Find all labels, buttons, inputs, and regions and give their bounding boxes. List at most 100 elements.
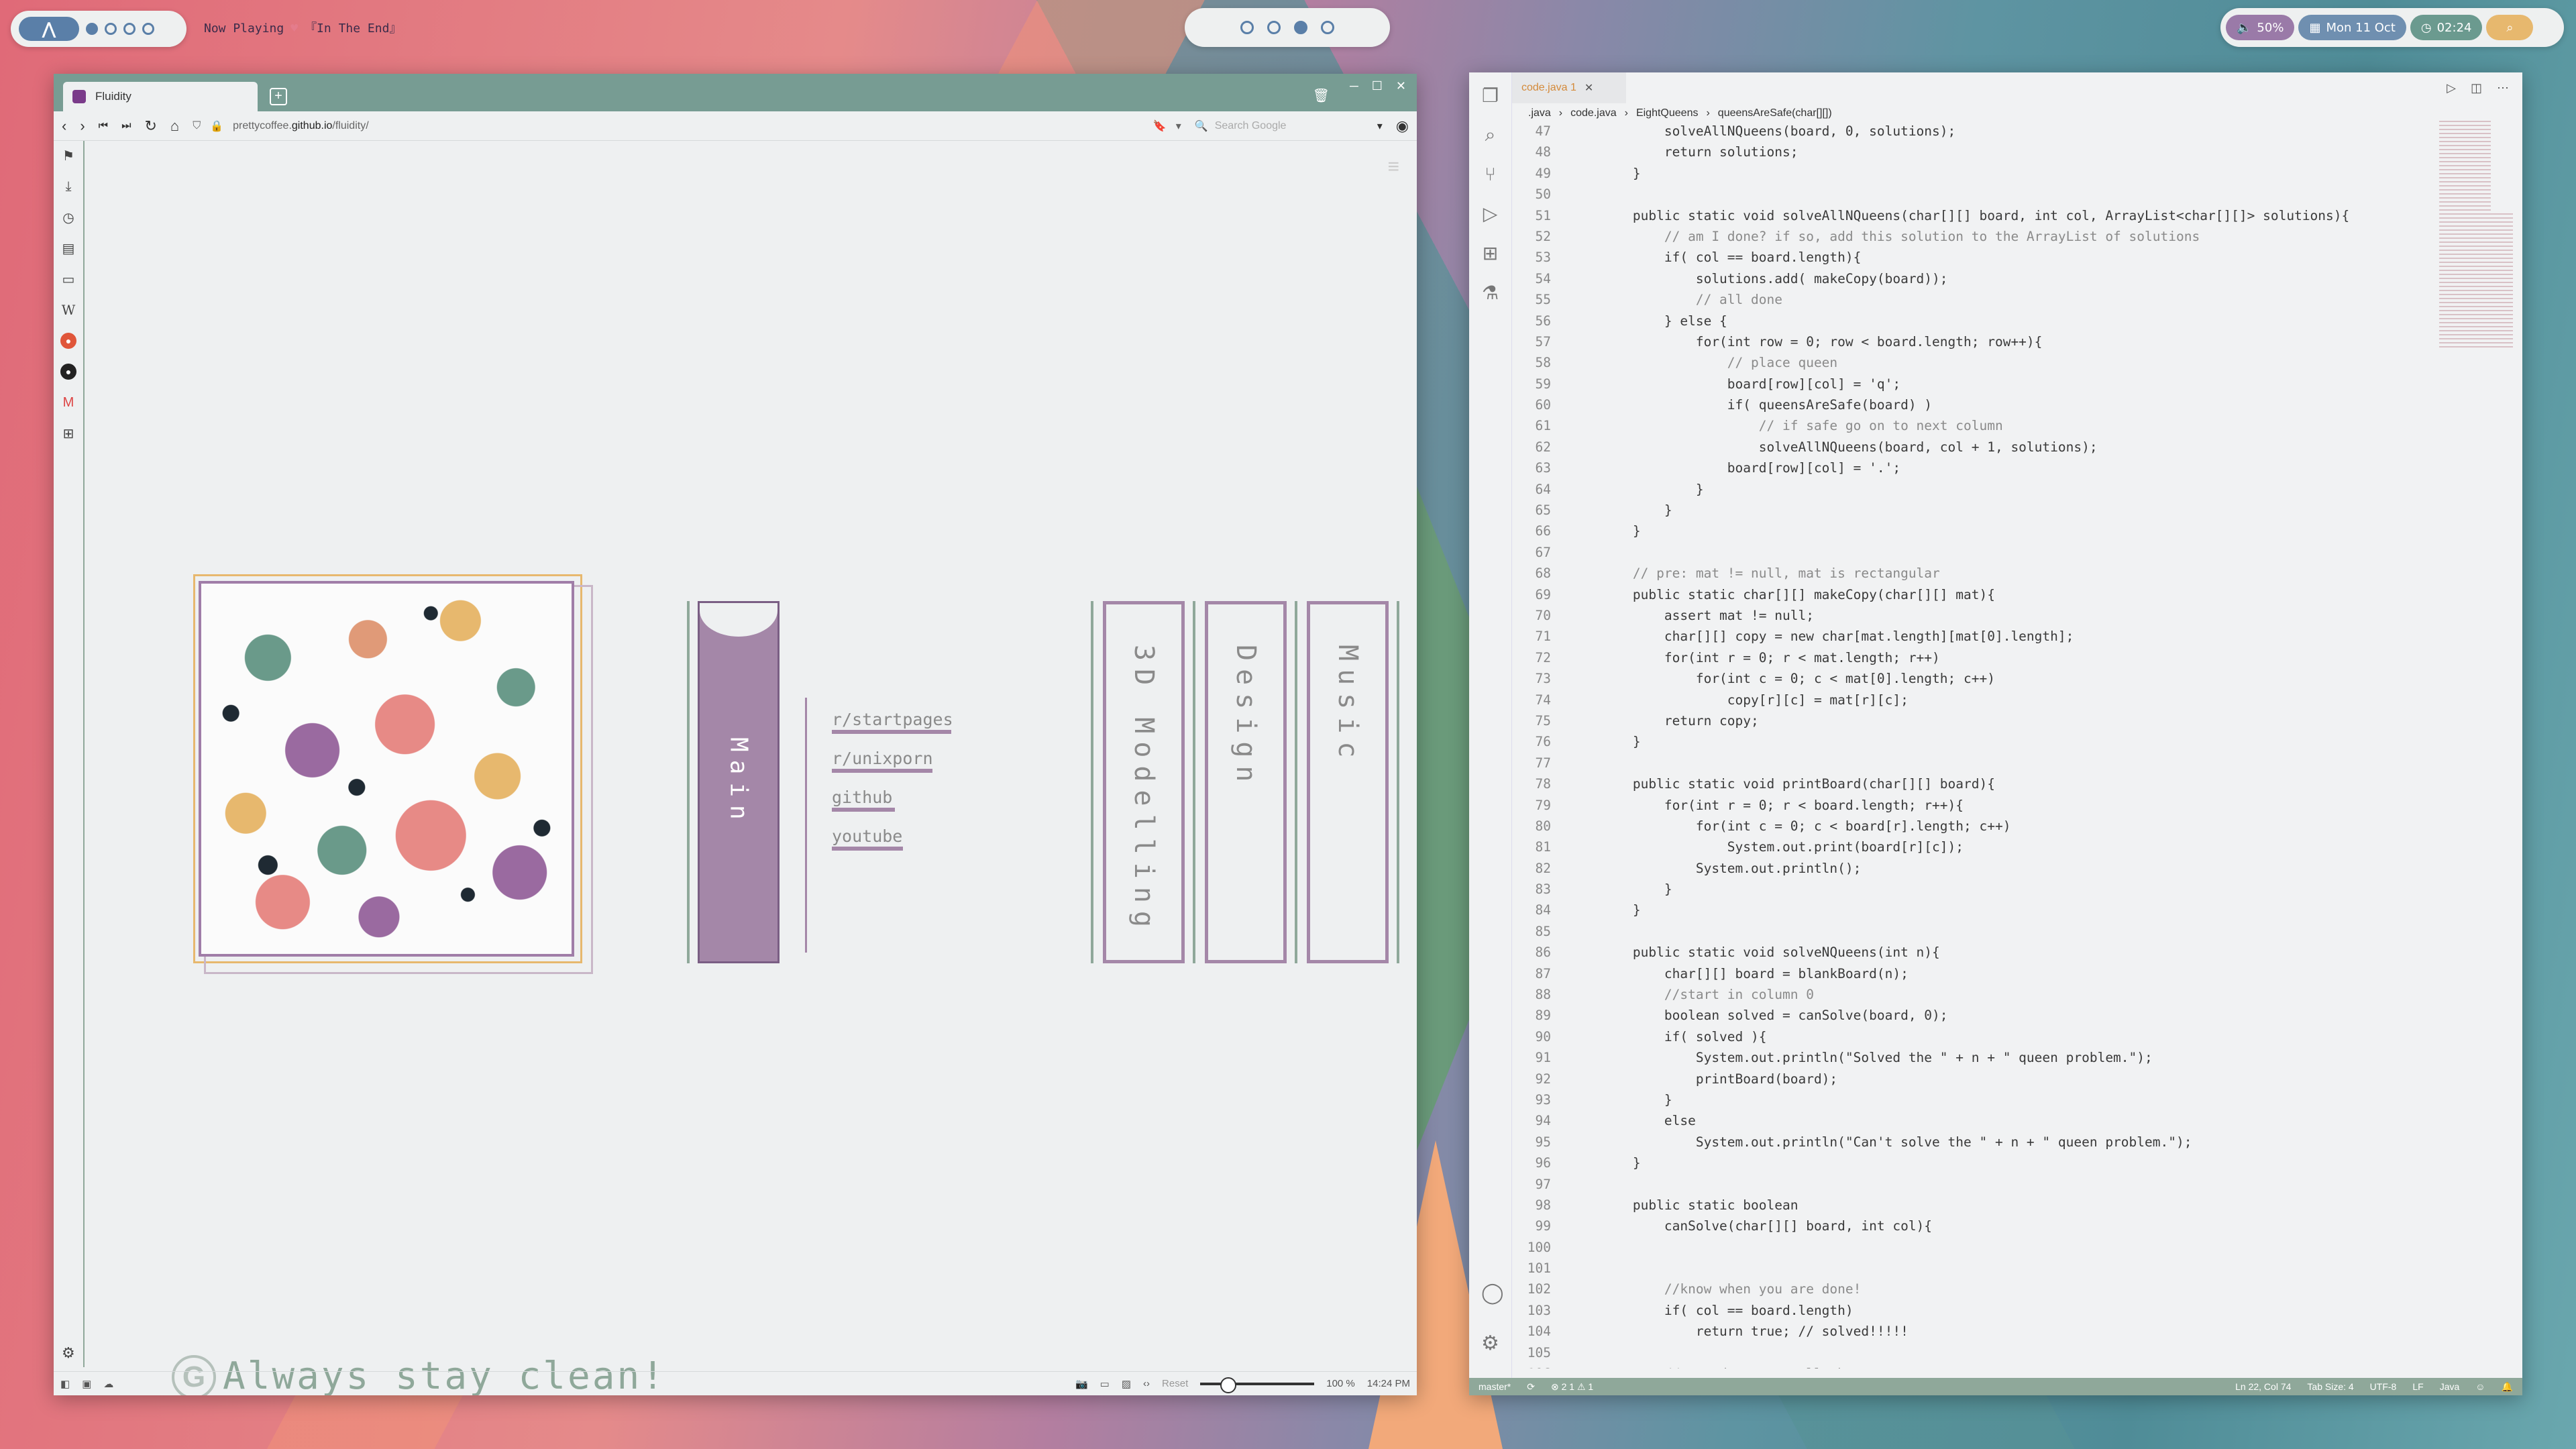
panel-toggle-icon[interactable]: ◧: [60, 1378, 70, 1390]
url-bar[interactable]: ⛉ 🔒 prettycoffee.github.io/fluidity/ 🔖 ▾: [193, 115, 1181, 137]
camera-icon[interactable]: 📷: [1075, 1378, 1088, 1390]
image-icon[interactable]: ▨: [1122, 1378, 1131, 1390]
code-icon[interactable]: ‹›: [1143, 1378, 1150, 1389]
reddit-icon[interactable]: ●: [60, 333, 76, 349]
workspace-indicator-3[interactable]: [123, 23, 136, 35]
rewind-icon[interactable]: ⏮: [99, 120, 108, 132]
clock-indicator[interactable]: ◷ 02:24: [2410, 15, 2483, 40]
bell-icon[interactable]: 🔔: [2502, 1381, 2513, 1393]
search-icon[interactable]: ⌕: [1485, 124, 1496, 146]
history-icon[interactable]: ◷: [60, 209, 76, 225]
split-editor-icon[interactable]: ◫: [2471, 81, 2482, 95]
code-line: 62 solveAllNQueens(board, col + 1, solut…: [1512, 437, 2438, 458]
editor-tab-code-java[interactable]: code.java 1 ✕: [1512, 72, 1626, 103]
download-icon[interactable]: ⤓: [60, 178, 76, 195]
breadcrumb-item[interactable]: EightQueens: [1636, 107, 1699, 119]
add-panel-icon[interactable]: ⊞: [60, 425, 76, 441]
language-mode[interactable]: Java: [2440, 1381, 2460, 1393]
explorer-icon[interactable]: ❐: [1482, 85, 1499, 107]
link-github[interactable]: github: [832, 789, 895, 812]
gmail-icon[interactable]: M: [60, 394, 76, 411]
now-playing[interactable]: Now Playing ♥ 『In The End』: [204, 19, 401, 36]
arch-icon[interactable]: ⋀: [19, 17, 79, 41]
workspace-indicator-4[interactable]: [142, 23, 154, 35]
breadcrumb-item[interactable]: .java: [1528, 107, 1551, 119]
minimize-icon[interactable]: ─: [1350, 79, 1358, 93]
column-divider: [1295, 601, 1297, 963]
source-control-icon[interactable]: ⑂: [1485, 164, 1496, 185]
run-icon[interactable]: ▷: [2447, 81, 2456, 95]
breadcrumb-item[interactable]: queensAreSafe(char[][]): [1718, 107, 1832, 119]
zoom-slider[interactable]: [1200, 1377, 1315, 1393]
window-icon[interactable]: ▭: [1100, 1378, 1110, 1390]
maximize-icon[interactable]: ☐: [1372, 79, 1383, 93]
bookmark-icon[interactable]: ⚑: [60, 148, 76, 164]
cursor-position[interactable]: Ln 22, Col 74: [2235, 1381, 2291, 1393]
tile-icon[interactable]: ▣: [82, 1378, 91, 1390]
wikipedia-icon[interactable]: W: [60, 302, 76, 318]
window-panel-icon[interactable]: ▭: [60, 271, 76, 287]
extensions-icon[interactable]: ⊞: [1483, 242, 1498, 264]
problems-count[interactable]: ⊗ 2 1 ⚠ 1: [1551, 1381, 1593, 1393]
encoding[interactable]: UTF-8: [2370, 1381, 2397, 1393]
chevron-down-icon[interactable]: ▾: [1377, 119, 1383, 133]
link-youtube[interactable]: youtube: [832, 828, 903, 851]
settings-icon[interactable]: ⚙: [62, 1344, 75, 1362]
link-r-unixporn[interactable]: r/unixporn: [832, 750, 933, 773]
chevron-down-icon[interactable]: ▾: [1176, 119, 1181, 133]
code-line: 56 } else {: [1512, 311, 2438, 331]
close-icon[interactable]: ✕: [1396, 79, 1406, 93]
more-icon[interactable]: ⋯: [2497, 81, 2509, 95]
code-line: 105: [1512, 1342, 2438, 1363]
code-line: 73 for(int c = 0; c < mat[0].length; c++…: [1512, 668, 2438, 689]
main-category[interactable]: Main: [698, 601, 780, 963]
cloud-icon[interactable]: ☁: [103, 1378, 113, 1390]
github-icon[interactable]: ●: [60, 364, 76, 380]
git-branch[interactable]: master*: [1479, 1381, 1511, 1392]
category-3d-modelling[interactable]: 3D Modelling: [1103, 601, 1185, 963]
tab-size[interactable]: Tab Size: 4: [2307, 1381, 2353, 1393]
back-icon[interactable]: ‹: [62, 117, 66, 135]
line-text: public static char[][] makeCopy(char[][]…: [1570, 586, 1995, 602]
workspace-indicator-2[interactable]: [105, 23, 117, 35]
run-debug-icon[interactable]: ▷: [1483, 203, 1498, 225]
home-icon[interactable]: ⌂: [170, 117, 179, 135]
workspace-indicator-1[interactable]: [86, 23, 98, 35]
notes-icon[interactable]: ▤: [60, 240, 76, 256]
browser-tab[interactable]: Fluidity: [63, 82, 258, 111]
close-icon[interactable]: ✕: [1585, 81, 1593, 95]
line-text: // if safe go on to next column: [1570, 418, 2003, 434]
search-button[interactable]: ⌕: [2486, 15, 2534, 40]
volume-indicator[interactable]: 🔈 50%: [2226, 15, 2295, 40]
end-of-line[interactable]: LF: [2412, 1381, 2423, 1393]
workspace-1[interactable]: [1240, 21, 1254, 34]
line-number: 64: [1535, 481, 1551, 497]
workspace-3-active[interactable]: [1294, 21, 1307, 34]
date-indicator[interactable]: ▦ Mon 11 Oct: [2298, 15, 2406, 40]
avatar[interactable]: ◉: [1396, 117, 1409, 135]
category-design[interactable]: Design: [1205, 601, 1287, 963]
account-icon[interactable]: ◯: [1481, 1281, 1504, 1305]
trash-icon[interactable]: 🗑: [1313, 87, 1330, 104]
testing-icon[interactable]: ⚗: [1482, 282, 1499, 304]
sync-icon[interactable]: ⟳: [1527, 1381, 1535, 1393]
line-number: 68: [1535, 566, 1551, 582]
new-tab-button[interactable]: +: [270, 88, 287, 105]
code-area[interactable]: 47 solveAllNQueens(board, 0, solutions);…: [1512, 121, 2438, 1368]
forward-icon[interactable]: ›: [80, 117, 85, 135]
line-number: 77: [1535, 755, 1551, 771]
bookmark-icon[interactable]: 🔖: [1153, 119, 1167, 133]
link-r-startpages[interactable]: r/startpages: [832, 711, 953, 734]
browser-search-field[interactable]: 🔍 Search Google ▾: [1195, 115, 1383, 137]
category-music[interactable]: Music: [1307, 601, 1389, 963]
fast-forward-icon[interactable]: ⏭: [121, 120, 131, 132]
menu-icon[interactable]: ≡: [1387, 156, 1399, 178]
workspace-4[interactable]: [1321, 21, 1334, 34]
manage-gear-icon[interactable]: ⚙: [1481, 1332, 1504, 1355]
breadcrumb-item[interactable]: code.java: [1570, 107, 1617, 119]
reload-icon[interactable]: ↻: [144, 117, 156, 135]
feedback-icon[interactable]: ☺: [2475, 1381, 2485, 1393]
zoom-reset-button[interactable]: Reset: [1162, 1378, 1188, 1389]
workspace-2[interactable]: [1267, 21, 1281, 34]
minimap[interactable]: [2439, 121, 2513, 349]
